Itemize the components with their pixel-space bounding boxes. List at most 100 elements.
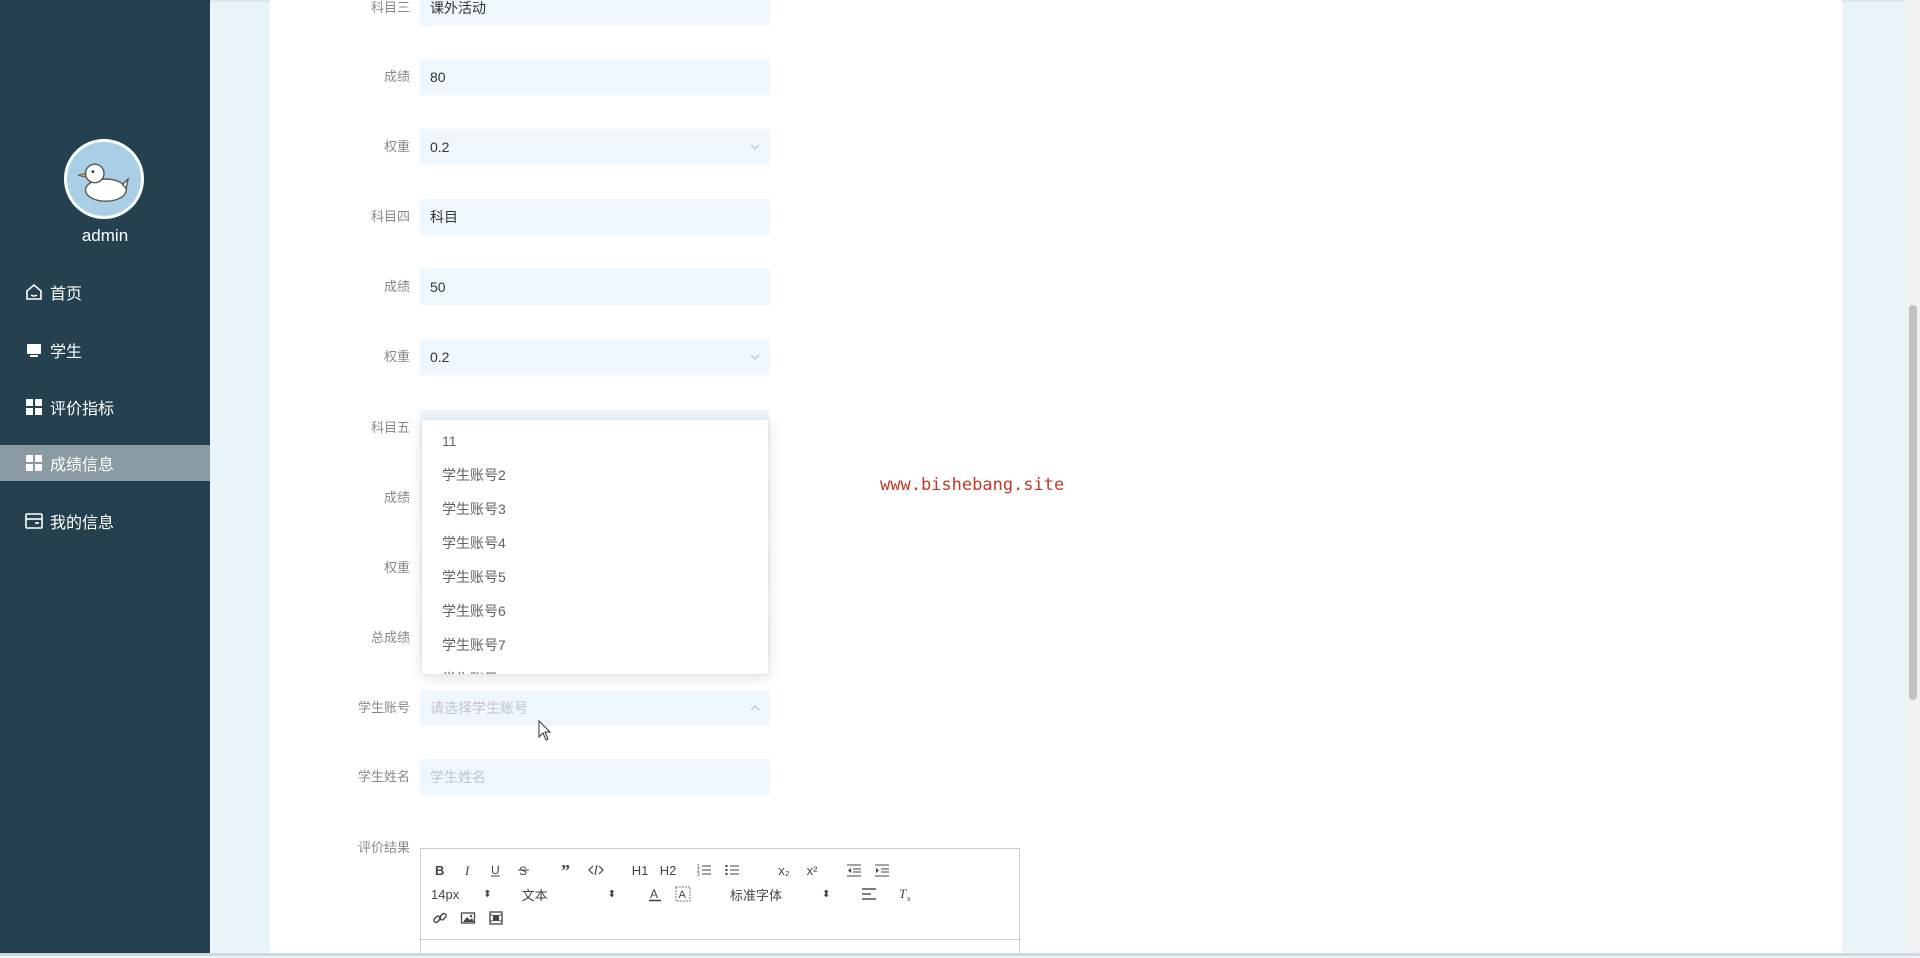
- weight3-select[interactable]: 0.2: [420, 129, 770, 165]
- sidebar-item-label: 我的信息: [50, 515, 115, 532]
- sidebar-item-grades[interactable]: 成绩信息: [0, 445, 210, 481]
- watermark-text: www.bishebang.site: [880, 475, 1065, 495]
- weight3-label: 权重: [383, 139, 410, 154]
- weight3-value: 0.2: [430, 139, 450, 155]
- font-size-select[interactable]: 14px ⬍: [431, 887, 492, 902]
- dropdown-option[interactable]: 学生账号4: [422, 526, 768, 560]
- rich-text-editor: B I U S ” H1 H2 123 x₂ x² 14px ⬍ 文本 ⬍ A A …: [420, 848, 1020, 956]
- header-select[interactable]: 文本 ⬍: [522, 885, 616, 904]
- student-name-label: 学生姓名: [357, 769, 410, 784]
- editor-toolbar-row-2: 14px ⬍ 文本 ⬍ A A 标准字体 ⬍ Tx: [431, 883, 924, 905]
- subject5-label: 科目五: [370, 420, 410, 435]
- monitor-icon: [24, 340, 44, 360]
- subscript-icon[interactable]: x₂: [775, 860, 793, 880]
- sidebar-item-evaluation-index[interactable]: 评价指标: [0, 389, 210, 425]
- ordered-list-icon[interactable]: 123: [695, 860, 713, 880]
- sidebar-item-label: 学生: [50, 344, 83, 361]
- svg-text:”: ”: [561, 862, 570, 878]
- svg-text:I: I: [464, 863, 470, 878]
- font-family-select[interactable]: 标准字体 ⬍: [730, 885, 830, 904]
- dropdown-option[interactable]: 学生账号8: [422, 662, 768, 674]
- svg-text:B: B: [435, 863, 444, 878]
- dropdown-option[interactable]: 学生账号6: [422, 594, 768, 628]
- sidebar-item-label: 首页: [50, 286, 83, 303]
- student-account-select[interactable]: 请选择学生账号: [420, 690, 770, 726]
- weight4-select[interactable]: 0.2: [420, 339, 770, 375]
- sidebar-item-my-info[interactable]: 我的信息: [0, 503, 210, 539]
- superscript-icon[interactable]: x²: [803, 860, 821, 880]
- dropdown-option[interactable]: 学生账号5: [422, 560, 768, 594]
- username: admin: [81, 226, 129, 245]
- score3-label: 成绩: [383, 69, 410, 84]
- grid-icon: [24, 397, 44, 417]
- total-label: 总成绩: [370, 630, 410, 645]
- score4-label: 成绩: [383, 279, 410, 294]
- dropdown-option[interactable]: 11: [422, 424, 768, 458]
- background-color-icon[interactable]: A: [674, 884, 692, 904]
- heading2-icon[interactable]: H2: [659, 860, 677, 880]
- sidebar-item-student[interactable]: 学生: [0, 332, 210, 368]
- weight4-value: 0.2: [430, 349, 450, 365]
- student-account-label: 学生账号: [357, 700, 410, 715]
- chevron-down-icon: [750, 142, 760, 152]
- subject4-label: 科目四: [370, 209, 410, 224]
- score4-input[interactable]: 50: [420, 269, 770, 305]
- home-icon: [24, 282, 44, 302]
- strikethrough-icon[interactable]: S: [515, 860, 533, 880]
- subject3-row: 科目三 课外活动: [330, 0, 770, 26]
- link-icon[interactable]: [431, 908, 449, 928]
- weight3-row: 权重 0.2: [330, 129, 770, 165]
- editor-toolbar-row-3: [431, 907, 515, 929]
- code-block-icon[interactable]: [587, 860, 605, 880]
- select-arrow-icon: ⬍: [483, 888, 492, 900]
- subject4-input[interactable]: 科目: [420, 199, 770, 235]
- grid-icon: [24, 453, 44, 473]
- duck-avatar-icon: [77, 163, 130, 202]
- heading1-icon[interactable]: H1: [631, 860, 649, 880]
- weight4-label: 权重: [383, 349, 410, 364]
- bullet-list-icon[interactable]: [723, 860, 741, 880]
- svg-text:T: T: [899, 886, 907, 901]
- image-icon[interactable]: [459, 908, 477, 928]
- clear-format-icon[interactable]: Tx: [896, 884, 914, 904]
- header-value: 文本: [521, 887, 548, 903]
- sidebar-item-label: 评价指标: [50, 401, 115, 418]
- scrollbar-thumb[interactable]: [1909, 305, 1917, 700]
- underline-icon[interactable]: U: [487, 860, 505, 880]
- score3-row: 成绩 80: [330, 59, 770, 95]
- italic-icon[interactable]: I: [459, 860, 477, 880]
- dropdown-option[interactable]: 学生账号2: [422, 458, 768, 492]
- evaluation-label: 评价结果: [357, 840, 410, 855]
- outdent-icon[interactable]: [845, 860, 863, 880]
- chevron-up-icon: [750, 703, 760, 713]
- student-account-placeholder: 请选择学生账号: [430, 700, 528, 716]
- subject3-input[interactable]: 课外活动: [420, 0, 770, 26]
- dropdown-option[interactable]: 学生账号3: [422, 492, 768, 526]
- weight4-row: 权重 0.2: [330, 339, 770, 375]
- svg-text:S: S: [519, 864, 527, 878]
- video-icon[interactable]: [487, 908, 505, 928]
- font-family-value: 标准字体: [730, 887, 783, 903]
- avatar: [64, 139, 144, 219]
- svg-text:3: 3: [697, 872, 700, 878]
- weight5-label: 权重: [383, 560, 410, 575]
- font-size-value: 14px: [431, 886, 460, 902]
- score4-row: 成绩 50: [330, 269, 770, 305]
- font-color-icon[interactable]: A: [646, 884, 664, 904]
- indent-icon[interactable]: [873, 860, 891, 880]
- student-name-input[interactable]: 学生姓名: [420, 759, 770, 795]
- student-name-row: 学生姓名 学生姓名: [330, 759, 770, 795]
- page-scrollbar[interactable]: [1906, 0, 1920, 956]
- dropdown-option[interactable]: 学生账号7: [422, 628, 768, 662]
- align-icon[interactable]: [860, 884, 878, 904]
- bold-icon[interactable]: B: [431, 860, 449, 880]
- subject3-label: 科目三: [370, 0, 410, 15]
- quote-icon[interactable]: ”: [559, 860, 577, 880]
- score3-input[interactable]: 80: [420, 59, 770, 95]
- student-account-dropdown: 11 学生账号2 学生账号3 学生账号4 学生账号5 学生账号6 学生账号7 学…: [421, 419, 769, 675]
- sidebar-item-label: 成绩信息: [50, 457, 115, 474]
- subject4-row: 科目四 科目: [330, 199, 770, 235]
- sidebar-item-home[interactable]: 首页: [0, 274, 210, 310]
- score5-label: 成绩: [383, 490, 410, 505]
- card-icon: [24, 511, 44, 531]
